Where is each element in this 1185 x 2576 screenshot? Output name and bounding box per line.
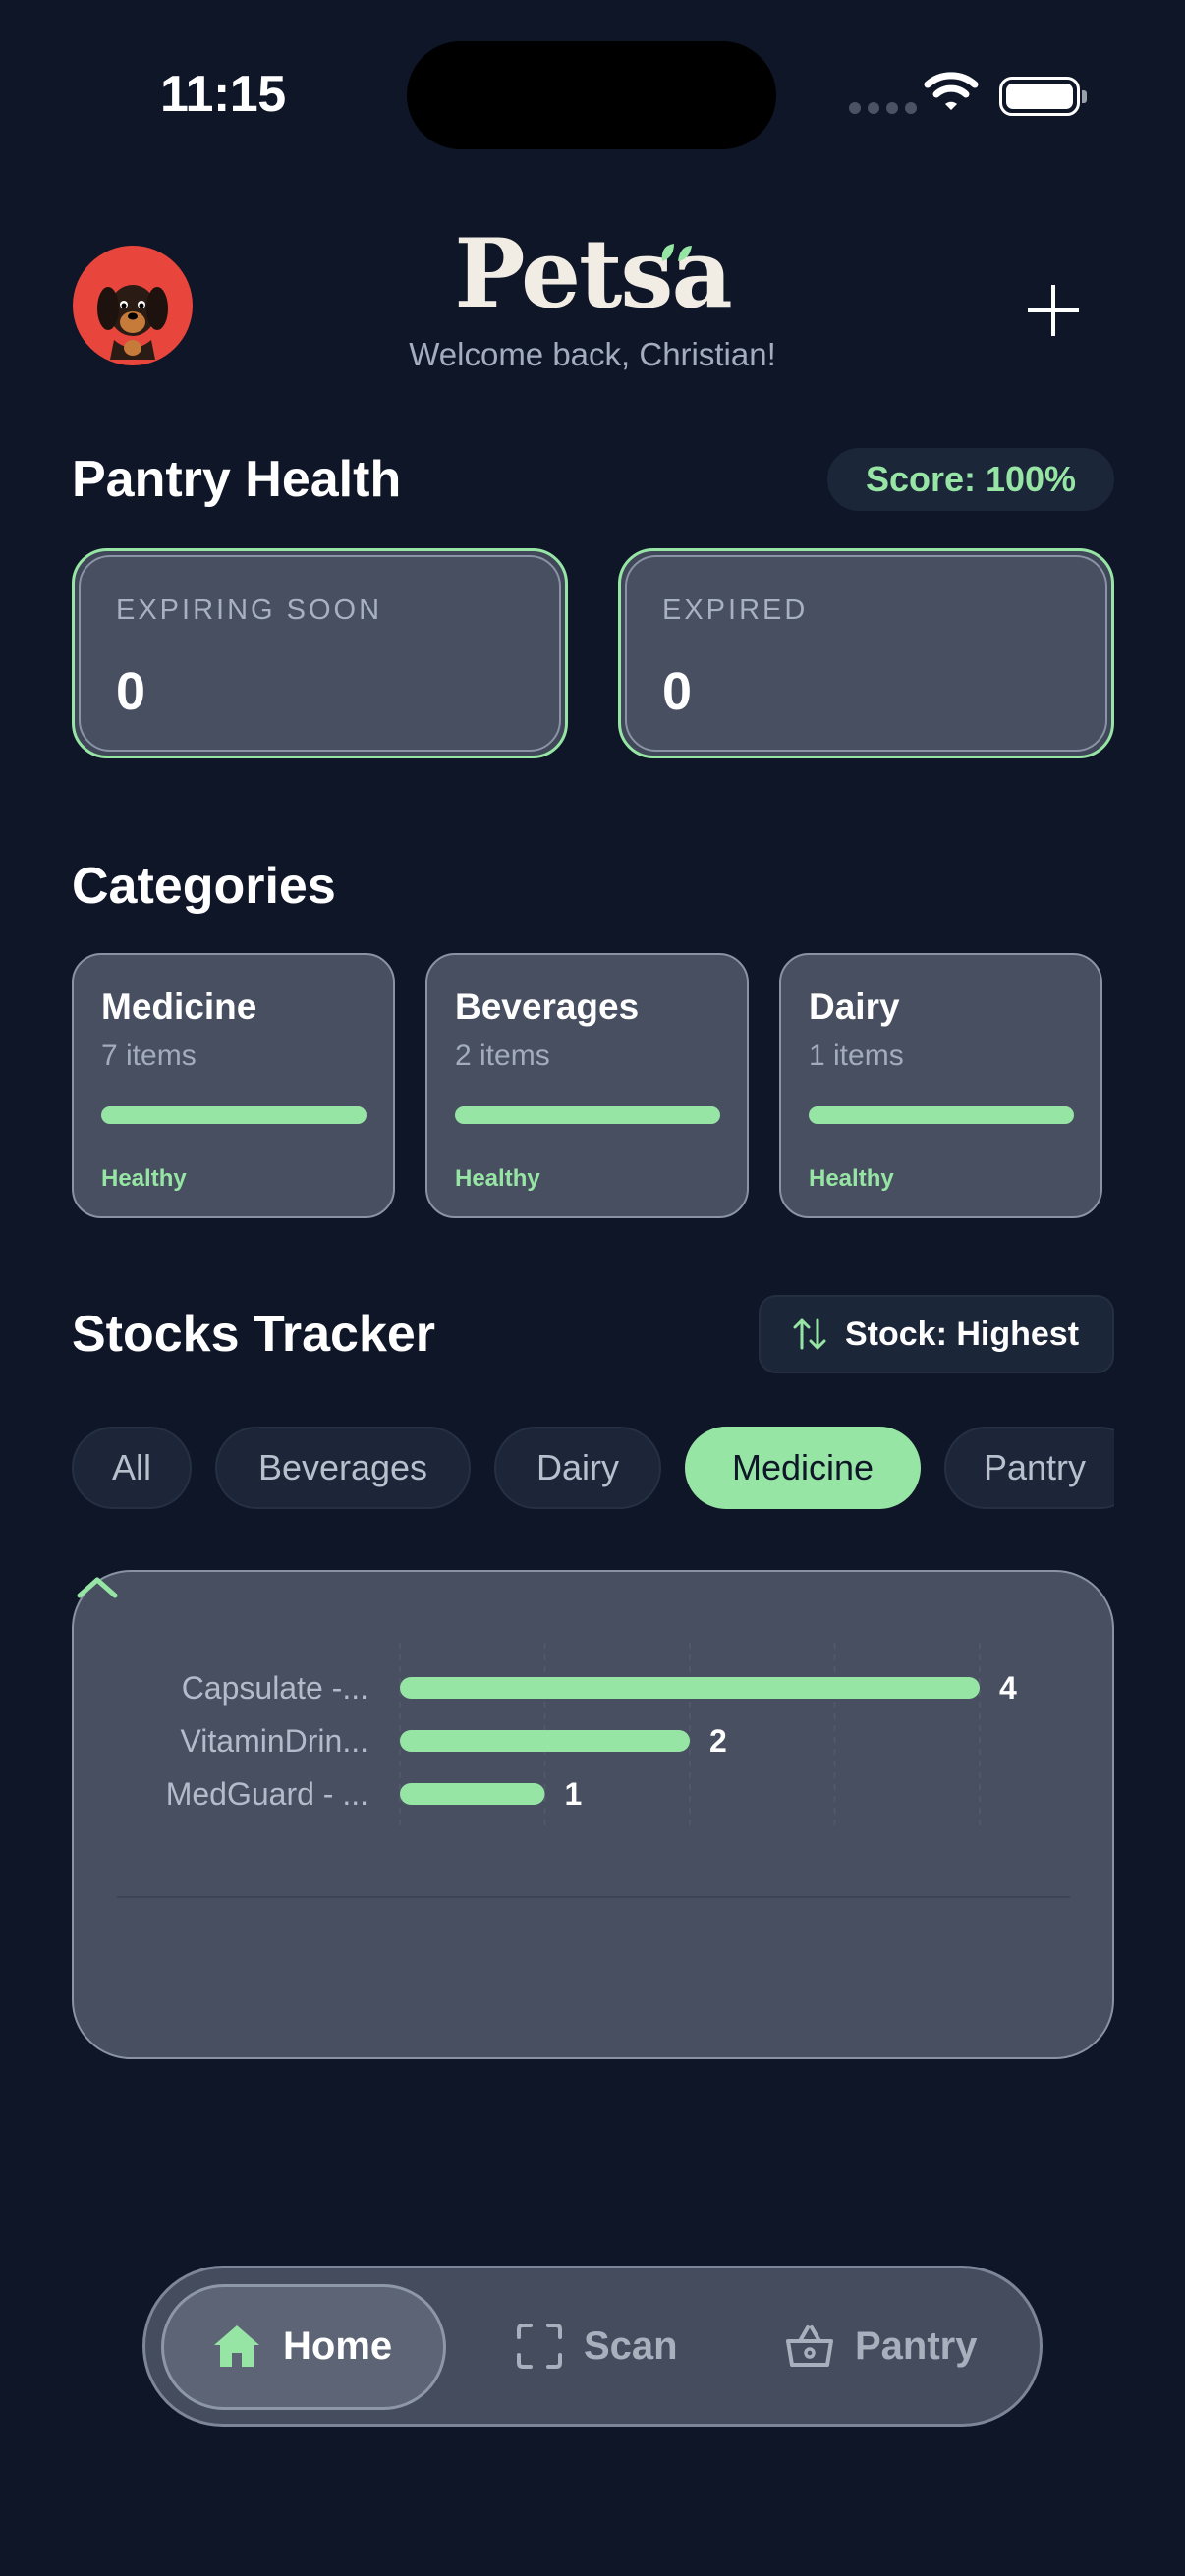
- status-time: 11:15: [160, 66, 286, 123]
- chart-category-label: MedGuard - ...: [166, 1776, 368, 1812]
- basket-icon: [786, 2325, 833, 2367]
- filter-chip-medicine[interactable]: Medicine: [685, 1427, 921, 1509]
- chart-divider: [117, 1896, 1070, 1898]
- pantry-health-title: Pantry Health: [72, 451, 402, 508]
- nav-label: Scan: [584, 2324, 678, 2368]
- chart-value-label: 1: [565, 1776, 583, 1812]
- category-count: 2 items: [455, 1039, 550, 1072]
- category-health-bar: [809, 1106, 1074, 1124]
- stock-chart-card: Capsulate -... 4 VitaminDrin... 2 MedGuard -…: [72, 1570, 1114, 2059]
- category-name: Dairy: [809, 986, 900, 1027]
- chart-category-label: VitaminDrin...: [181, 1723, 368, 1759]
- chart-value-label: 2: [709, 1723, 727, 1759]
- category-name: Beverages: [455, 986, 640, 1027]
- wifi-icon: [924, 72, 979, 110]
- category-health-bar: [455, 1106, 720, 1124]
- stat-label: EXPIRING SOON: [116, 594, 383, 626]
- nav-item-home[interactable]: Home: [210, 2268, 392, 2424]
- stocks-tracker-title: Stocks Tracker: [72, 1306, 436, 1363]
- dynamic-island: [407, 41, 776, 149]
- nav-item-scan[interactable]: Scan: [515, 2268, 678, 2424]
- category-status: Healthy: [455, 1165, 540, 1192]
- leaf-icon: [661, 244, 692, 261]
- nav-item-pantry[interactable]: Pantry: [784, 2268, 978, 2424]
- category-card-dairy[interactable]: Dairy 1 items Healthy: [779, 953, 1102, 1218]
- battery-icon: [999, 77, 1087, 116]
- categories-title: Categories: [72, 858, 336, 915]
- sort-button[interactable]: Stock: Highest: [759, 1295, 1114, 1373]
- filter-chip-pantry[interactable]: Pantry: [944, 1427, 1114, 1509]
- bottom-nav: Home Scan Pantry: [142, 2266, 1043, 2427]
- filter-chip-dairy[interactable]: Dairy: [494, 1427, 661, 1509]
- home-icon: [214, 2325, 259, 2367]
- category-health-bar: [101, 1106, 367, 1124]
- category-card-beverages[interactable]: Beverages 2 items Healthy: [425, 953, 749, 1218]
- filter-chip-beverages[interactable]: Beverages: [215, 1427, 471, 1509]
- category-name: Medicine: [101, 986, 257, 1027]
- sort-arrows-icon: [793, 1318, 826, 1350]
- chevron-up-icon[interactable]: [74, 1572, 121, 1601]
- category-card-medicine[interactable]: Medicine 7 items Healthy: [72, 953, 395, 1218]
- expiring-soon-card[interactable]: EXPIRING SOON 0: [72, 548, 568, 758]
- logo-text: Petsa: [454, 218, 732, 329]
- stat-value: 0: [116, 662, 146, 721]
- chart-bar[interactable]: [400, 1783, 545, 1805]
- stat-value: 0: [662, 662, 693, 721]
- nav-label: Pantry: [855, 2324, 978, 2368]
- scan-icon: [517, 2324, 562, 2369]
- chart-category-label: Capsulate -...: [182, 1670, 368, 1706]
- chart-bar[interactable]: [400, 1730, 690, 1752]
- welcome-message: Welcome back, Christian!: [409, 336, 776, 372]
- filter-chip-all[interactable]: All: [72, 1427, 192, 1509]
- category-count: 1 items: [809, 1039, 904, 1072]
- nav-label: Home: [283, 2324, 393, 2368]
- health-score-badge: Score: 100%: [827, 448, 1114, 511]
- filter-chips: All Beverages Dairy Medicine Pantry: [72, 1427, 1114, 1509]
- cellular-signal-icon: [849, 102, 917, 114]
- app-logo: Petsa: [0, 218, 1185, 329]
- expired-card[interactable]: EXPIRED 0: [618, 548, 1114, 758]
- chart-bar[interactable]: [400, 1677, 980, 1699]
- add-item-button[interactable]: [1022, 279, 1085, 342]
- stock-bar-chart: Capsulate -... 4 VitaminDrin... 2 MedGuard -…: [166, 1643, 1017, 1829]
- category-count: 7 items: [101, 1039, 197, 1072]
- chart-value-label: 4: [999, 1670, 1017, 1706]
- category-status: Healthy: [809, 1165, 894, 1192]
- stat-label: EXPIRED: [662, 594, 809, 626]
- category-status: Healthy: [101, 1165, 187, 1192]
- sort-label: Stock: Highest: [845, 1315, 1080, 1353]
- app-screen: 11:15 Petsa Welcome back, Christian! Pan…: [0, 0, 1185, 2576]
